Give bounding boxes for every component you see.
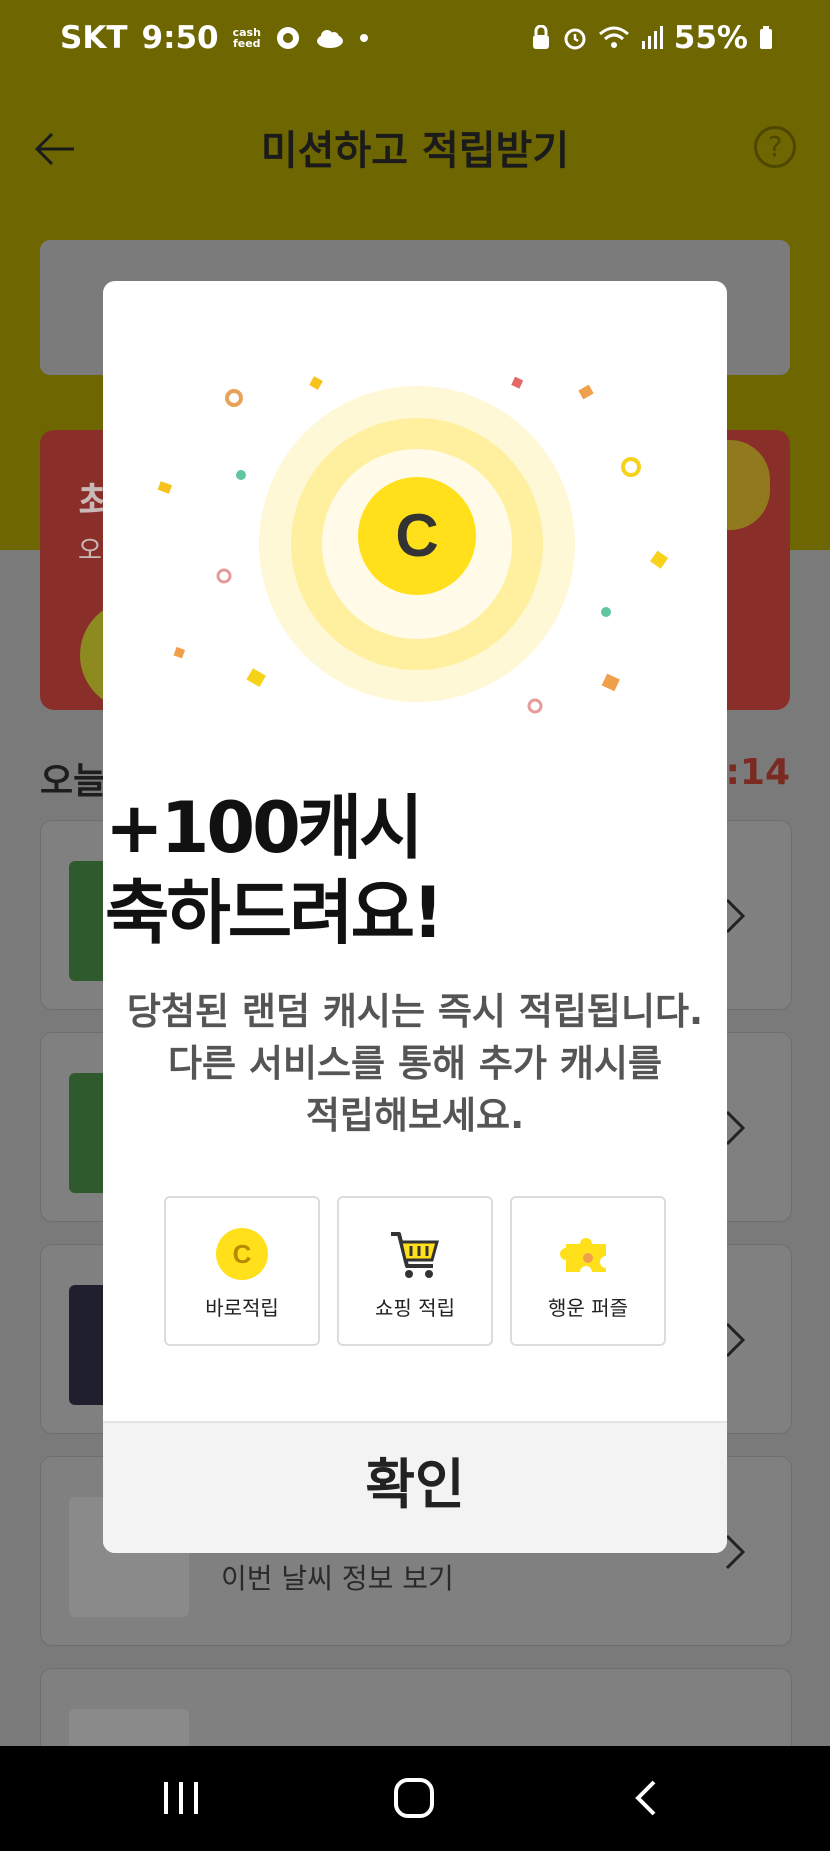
home-icon[interactable] bbox=[392, 1776, 436, 1820]
confetti bbox=[527, 698, 543, 714]
congrats-title: 축하드려요! bbox=[105, 872, 444, 954]
puzzle-icon bbox=[560, 1238, 606, 1272]
coin-letter: C bbox=[395, 502, 438, 569]
coin-icon: C bbox=[216, 1228, 268, 1280]
recent-apps-icon[interactable] bbox=[160, 1776, 202, 1818]
option-coin-letter: C bbox=[233, 1239, 252, 1269]
confetti bbox=[601, 673, 620, 692]
confetti bbox=[650, 550, 669, 569]
confetti bbox=[601, 607, 611, 617]
confirm-button[interactable]: 확인 bbox=[103, 1421, 727, 1553]
confetti bbox=[216, 568, 232, 584]
confetti bbox=[578, 384, 594, 400]
confetti bbox=[511, 376, 524, 389]
reward-amount: +100캐시 bbox=[105, 787, 424, 869]
earn-options: C 바로적립 쇼핑 적립 행운 퍼즐 bbox=[164, 1196, 666, 1346]
confetti bbox=[246, 668, 266, 688]
option-shopping-earn[interactable]: 쇼핑 적립 bbox=[337, 1196, 493, 1346]
reward-dialog: C +100캐시 축하드려요! 당첨된 랜덤 캐시는 즉시 적립됩니다. 다른 … bbox=[103, 281, 727, 1553]
confetti bbox=[225, 389, 243, 407]
confetti bbox=[157, 481, 173, 494]
confetti bbox=[309, 376, 323, 390]
option-instant-earn[interactable]: C 바로적립 bbox=[164, 1196, 320, 1346]
option-lucky-puzzle[interactable]: 행운 퍼즐 bbox=[510, 1196, 666, 1346]
shopping-cart-icon bbox=[391, 1232, 439, 1278]
system-nav-bar bbox=[0, 1746, 830, 1851]
option-label: 바로적립 bbox=[205, 1296, 279, 1320]
coin-celebration-illustration: C bbox=[157, 376, 669, 714]
confetti bbox=[173, 646, 186, 659]
desc-line-3: 적립해보세요. bbox=[305, 1094, 525, 1137]
desc-line-2: 다른 서비스를 통해 추가 캐시를 bbox=[167, 1042, 663, 1085]
back-icon[interactable] bbox=[630, 1776, 660, 1820]
option-label: 쇼핑 적립 bbox=[375, 1296, 455, 1320]
option-label: 행운 퍼즐 bbox=[548, 1296, 628, 1320]
confetti bbox=[621, 457, 641, 477]
confetti bbox=[236, 470, 246, 480]
desc-line-1: 당첨된 랜덤 캐시는 즉시 적립됩니다. bbox=[126, 990, 704, 1033]
reward-description: 당첨된 랜덤 캐시는 즉시 적립됩니다. 다른 서비스를 통해 추가 캐시를 적… bbox=[103, 986, 727, 1142]
